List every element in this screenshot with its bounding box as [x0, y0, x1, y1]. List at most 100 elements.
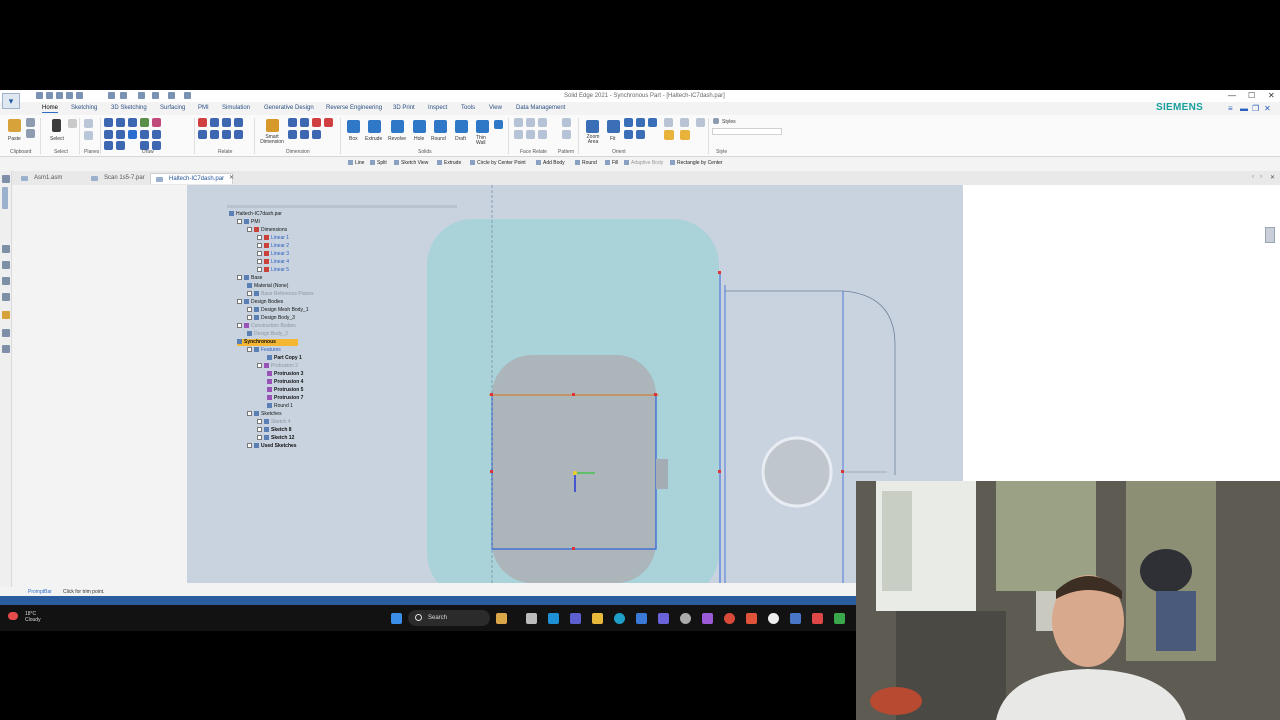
- tree-construction-bodies[interactable]: Construction Bodies: [237, 323, 296, 330]
- brave-icon[interactable]: [812, 613, 823, 624]
- simulation-panel-icon[interactable]: [2, 293, 10, 301]
- equal-icon[interactable]: [210, 130, 219, 139]
- tab-scroll-left-icon[interactable]: ‹: [1252, 174, 1254, 180]
- cmd-line[interactable]: Line: [348, 160, 364, 166]
- chrome-icon[interactable]: [724, 613, 735, 624]
- curve-icon[interactable]: [128, 118, 137, 127]
- round-label[interactable]: Round: [431, 136, 446, 142]
- tree-linear-4[interactable]: Linear 4: [257, 259, 289, 266]
- tab-reverse-engineering[interactable]: Reverse Engineering: [326, 105, 382, 111]
- tree-material[interactable]: Material (None): [247, 283, 288, 290]
- hole-label[interactable]: Hole: [414, 136, 424, 142]
- cmd-split[interactable]: Split: [370, 160, 387, 166]
- face-relate-6-icon[interactable]: [538, 130, 547, 139]
- tree-protrusion-2[interactable]: Protrusion 2: [257, 363, 298, 370]
- draft-label[interactable]: Draft: [455, 136, 466, 142]
- tab-scroll-right-icon[interactable]: ›: [1260, 174, 1262, 180]
- tree-features[interactable]: Features: [247, 347, 281, 354]
- tree-sketch-8[interactable]: Sketch 8: [257, 427, 292, 434]
- tree-scrollbar[interactable]: [227, 205, 457, 208]
- tree-round-1[interactable]: Round 1: [267, 403, 293, 410]
- coordinate-dimension-icon[interactable]: [312, 118, 321, 127]
- app-green-icon[interactable]: [834, 613, 845, 624]
- styles-icon[interactable]: [713, 118, 719, 124]
- smart-dimension-icon[interactable]: [266, 119, 279, 132]
- start-icon[interactable]: [391, 613, 402, 624]
- symmetric-diameter-icon[interactable]: [288, 130, 297, 139]
- styles-label[interactable]: Styles: [722, 119, 736, 125]
- layers-icon[interactable]: [2, 245, 10, 253]
- fillet-icon[interactable]: [152, 118, 161, 127]
- tab-simulation[interactable]: Simulation: [222, 105, 250, 111]
- solid-edge-icon[interactable]: [790, 613, 801, 624]
- doc-tab-scan[interactable]: Scan 1s5-7.par: [86, 173, 153, 184]
- tab-generative-design[interactable]: Generative Design: [264, 105, 314, 111]
- point-icon[interactable]: [104, 141, 113, 150]
- round-icon[interactable]: [434, 120, 447, 133]
- solids-more-icon[interactable]: [494, 120, 503, 129]
- open-icon[interactable]: [46, 92, 53, 99]
- paste-label[interactable]: Paste: [8, 136, 21, 142]
- tab-data-management[interactable]: Data Management: [516, 105, 565, 111]
- doc-tab-asm1[interactable]: Asm1.asm: [16, 173, 70, 184]
- extrude-label[interactable]: Extrude: [365, 136, 382, 142]
- parallel-icon[interactable]: [222, 118, 231, 127]
- cut-icon[interactable]: [26, 118, 35, 127]
- maximize-button[interactable]: ☐: [1248, 91, 1255, 100]
- app-icon[interactable]: [746, 613, 757, 624]
- cmd-adaptive-body[interactable]: Adaptive Body: [624, 160, 663, 166]
- face-relate-2-icon[interactable]: [526, 118, 535, 127]
- style-dropdown[interactable]: [712, 128, 782, 135]
- cmd-add-body[interactable]: Add Body: [536, 160, 565, 166]
- coincident-plane-icon[interactable]: [84, 119, 93, 128]
- shaded-edges-icon[interactable]: [680, 130, 690, 140]
- tree-protrusion-5[interactable]: Protrusion 5: [267, 387, 303, 394]
- view-orientation-icon[interactable]: [636, 130, 645, 139]
- settings-icon[interactable]: [680, 613, 691, 624]
- hole-icon[interactable]: [413, 120, 426, 133]
- corner-arc[interactable]: [842, 290, 896, 475]
- tab-pmi[interactable]: PMI: [198, 105, 209, 111]
- tree-linear-5[interactable]: Linear 5: [257, 267, 289, 274]
- tree-pmi[interactable]: PMI: [237, 219, 260, 226]
- side-tab[interactable]: [656, 459, 668, 489]
- sketch-view-icon[interactable]: [624, 130, 633, 139]
- paste-icon[interactable]: [8, 119, 21, 132]
- prompt-bar-title[interactable]: PromptBar: [28, 589, 52, 595]
- close-all-tabs-icon[interactable]: ✕: [1270, 174, 1275, 181]
- shaded-icon[interactable]: [664, 130, 674, 140]
- tree-sketch-4[interactable]: Sketch 4: [257, 419, 290, 426]
- draft-icon[interactable]: [455, 120, 468, 133]
- tree-design-body-3[interactable]: Design Body_3: [247, 315, 295, 322]
- mirror-pattern-icon[interactable]: [562, 130, 571, 139]
- view-2-icon[interactable]: [680, 118, 689, 127]
- extrude-icon[interactable]: [368, 120, 381, 133]
- thin-wall-label[interactable]: Thin Wall: [476, 136, 488, 146]
- face-relate-5-icon[interactable]: [526, 130, 535, 139]
- pathfinder-icon[interactable]: [2, 175, 10, 183]
- doc-tab-haltech[interactable]: Haltech-IC7dash.par: [150, 173, 234, 184]
- feature-library-icon[interactable]: [2, 187, 8, 209]
- tangent-icon[interactable]: [198, 130, 207, 139]
- smart-dimension-label[interactable]: Smart Dimension: [259, 135, 285, 145]
- trim-icon[interactable]: [152, 130, 161, 139]
- discord-icon[interactable]: [658, 613, 669, 624]
- tree-protrusion-3[interactable]: Protrusion 3: [267, 371, 303, 378]
- close-button[interactable]: ✕: [1268, 91, 1275, 100]
- tree-protrusion-4[interactable]: Protrusion 4: [267, 379, 303, 386]
- rotate-view-icon[interactable]: [648, 118, 657, 127]
- angle-between-icon[interactable]: [300, 118, 309, 127]
- ellipse-icon[interactable]: [140, 130, 149, 139]
- plane-icon[interactable]: [84, 131, 93, 140]
- tree-dimensions[interactable]: Dimensions: [247, 227, 287, 234]
- tree-sketches[interactable]: Sketches: [247, 411, 282, 418]
- sensors-icon[interactable]: [2, 261, 10, 269]
- select-arrow-icon[interactable]: [52, 119, 61, 132]
- pan-icon[interactable]: [636, 118, 645, 127]
- mirror-icon[interactable]: [116, 141, 125, 150]
- offset-icon[interactable]: [140, 118, 149, 127]
- box-icon[interactable]: [347, 120, 360, 133]
- file-explorer-icon[interactable]: [592, 613, 603, 624]
- steam-icon[interactable]: [768, 613, 779, 624]
- line-icon[interactable]: [104, 118, 113, 127]
